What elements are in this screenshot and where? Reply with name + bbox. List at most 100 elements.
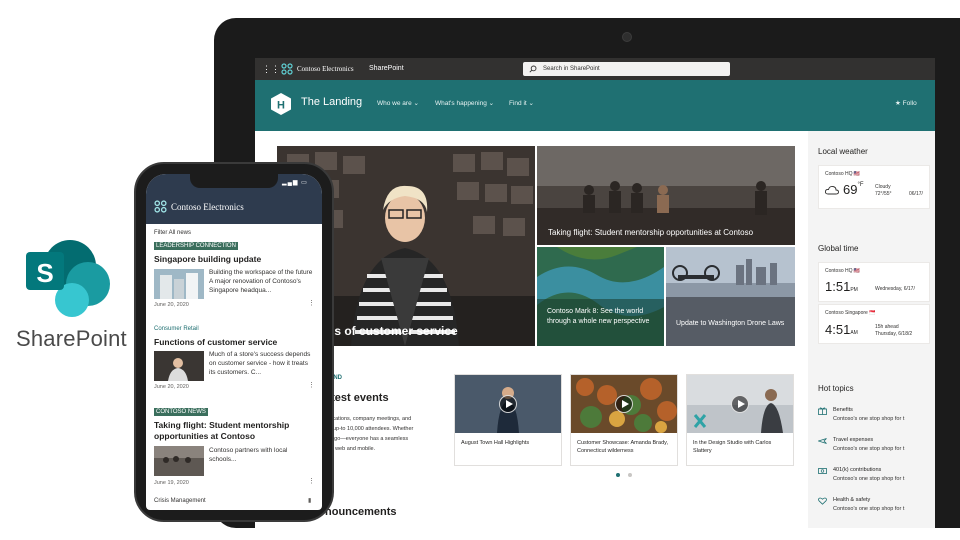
post-thumbnail[interactable]: [154, 446, 204, 476]
topic-benefits[interactable]: Benefits Contoso's one stop shop for t: [818, 406, 933, 428]
chevron-down-icon: ⌄: [488, 100, 495, 107]
waffle-icon[interactable]: ⋮⋮: [262, 64, 280, 74]
suite-app-name[interactable]: SharePoint: [369, 65, 404, 72]
play-icon[interactable]: [499, 395, 517, 413]
weather-card[interactable]: Contoso HQ 🇺🇸 69°F Cloudy 72°/55° 06/17/: [818, 165, 930, 209]
site-title[interactable]: The Landing: [301, 96, 362, 108]
bookmark-icon[interactable]: ▮: [308, 497, 311, 504]
phone-notch: [190, 174, 278, 188]
search-placeholder: Search in SharePoint: [543, 66, 600, 72]
events-description: unications, company meetings, and for up…: [325, 416, 414, 452]
weather-temp: 69°F: [843, 182, 864, 197]
topic-desc: Contoso's one stop shop for t: [833, 416, 905, 422]
post-date: June 19, 2020: [154, 480, 189, 486]
heart-icon: [818, 497, 827, 505]
video-card-design-studio[interactable]: In the Design Studio with Carlos Slatter…: [686, 374, 794, 466]
post-title[interactable]: Functions of customer service: [154, 337, 314, 348]
post-excerpt: Building the workspace of the future A m…: [209, 269, 313, 294]
video-caption: In the Design Studio with Carlos Slatter…: [693, 440, 772, 454]
post-date: June 20, 2020: [154, 384, 189, 390]
post-date: June 20, 2020: [154, 302, 189, 308]
chevron-down-icon: ⌄: [413, 100, 419, 107]
post-tag: Consumer Retail: [154, 326, 199, 332]
hero-drone-image: [666, 247, 795, 346]
more-icon[interactable]: ⋮: [308, 299, 315, 307]
contoso-logo-icon: [281, 63, 293, 75]
hero-drone-caption: Update to Washington Drone Laws: [676, 320, 785, 327]
clock-card-hq[interactable]: Contoso HQ 🇺🇸 1:51PM Wednesday, 6/17/: [818, 262, 930, 302]
search-input[interactable]: Search in SharePoint: [523, 62, 730, 76]
right-column: Local weather Contoso HQ 🇺🇸 69°F Cloudy …: [808, 131, 935, 528]
video-caption: August Town Hall Highlights: [461, 440, 530, 446]
weather-location: Contoso HQ 🇺🇸: [825, 171, 861, 177]
hero-tile-drone-laws[interactable]: Update to Washington Drone Laws: [666, 247, 795, 346]
phone-frame: ▂▄▆ ▭ Contoso Electronics Filter All new…: [134, 162, 334, 522]
topic-travel-expenses[interactable]: Travel expenses Contoso's one stop shop …: [818, 436, 933, 458]
post-title[interactable]: Singapore building update: [154, 254, 314, 265]
footer-item[interactable]: Crisis Management: [154, 498, 206, 504]
chevron-down-icon: ⌄: [528, 100, 534, 107]
clock-offset: 15h ahead: [875, 324, 899, 330]
video-card-customer-showcase[interactable]: Customer Showcase: Amanda Brady, Connect…: [570, 374, 678, 466]
phone-company-name: Contoso Electronics: [171, 202, 244, 212]
cloud-icon: [825, 185, 839, 195]
weather-condition: Cloudy: [875, 184, 891, 190]
post-tag: LEADERSHIP CONNECTION: [154, 242, 238, 250]
benefits-icon: [818, 407, 827, 415]
hero-mark8-caption: Contoso Mark 8: See the world through a …: [547, 308, 650, 325]
topic-name: 401(k) contributions: [833, 467, 882, 473]
suite-company-name[interactable]: Contoso Electronics: [297, 65, 354, 73]
more-icon[interactable]: ⋮: [308, 381, 315, 389]
time-title: Global time: [818, 244, 859, 253]
announcements-title: nouncements: [325, 506, 397, 518]
clock-location: Contoso Singapore 🇸🇬: [825, 310, 876, 316]
clock-card-singapore[interactable]: Contoso Singapore 🇸🇬 4:51AM 15h ahead Th…: [818, 304, 930, 344]
video-card-town-hall[interactable]: August Town Hall Highlights: [454, 374, 562, 466]
topic-desc: Contoso's one stop shop for t: [833, 446, 905, 452]
contoso-logo-icon: [154, 200, 167, 213]
post-excerpt: Contoso partners with local schools...: [209, 447, 288, 463]
video-thumbnail: [455, 375, 561, 433]
news-filter[interactable]: Filter All news: [154, 230, 191, 236]
topic-name: Health & safety: [833, 497, 871, 503]
weather-title: Local weather: [818, 147, 868, 156]
post-title[interactable]: Taking flight: Student mentorship opport…: [154, 420, 314, 442]
hero-tile-mentorship[interactable]: Taking flight: Student mentorship opport…: [537, 146, 795, 245]
topic-401k[interactable]: 401(k) contributions Contoso's one stop …: [818, 466, 933, 488]
laptop-screen: ⋮⋮ Contoso Electronics SharePoint Search…: [255, 58, 935, 528]
post-thumbnail[interactable]: [154, 351, 204, 381]
clock-date: Thursday, 6/18/2: [875, 331, 913, 337]
topic-desc: Contoso's one stop shop for t: [833, 476, 905, 482]
camera-dot: [622, 32, 632, 42]
airplane-icon: [818, 438, 827, 444]
follow-button[interactable]: ★ Follo: [895, 99, 917, 107]
play-icon[interactable]: [615, 395, 633, 413]
money-icon: [818, 468, 827, 474]
sharepoint-logo: S: [26, 240, 110, 317]
video-caption: Customer Showcase: Amanda Brady, Connect…: [577, 440, 668, 454]
site-header: H The Landing Who we are ⌄ What's happen…: [255, 80, 935, 131]
suite-bar: ⋮⋮ Contoso Electronics SharePoint Search…: [255, 58, 935, 80]
weather-date: 06/17/: [909, 191, 923, 197]
more-icon[interactable]: ⋮: [308, 477, 315, 485]
post-thumbnail[interactable]: [154, 269, 204, 299]
clock-date: Wednesday, 6/17/: [875, 286, 915, 292]
weather-range: 72°/55°: [875, 191, 892, 197]
topic-name: Benefits: [833, 407, 853, 413]
sharepoint-wordmark: SharePoint: [16, 326, 127, 351]
play-icon[interactable]: [731, 395, 749, 413]
carousel-dots[interactable]: [615, 472, 645, 478]
phone-screen: ▂▄▆ ▭ Contoso Electronics Filter All new…: [146, 174, 322, 510]
signal-battery-icon: ▂▄▆ ▭: [282, 180, 308, 186]
nav-who-we-are[interactable]: Who we are ⌄: [377, 99, 419, 107]
nav-find-it[interactable]: Find it ⌄: [509, 99, 534, 107]
post-excerpt: Much of a store's success depends on cus…: [209, 351, 311, 376]
topic-name: Travel expenses: [833, 437, 874, 443]
hero-tile-mark8[interactable]: Contoso Mark 8: See the world through a …: [537, 247, 664, 346]
svg-text:S: S: [36, 258, 53, 288]
marketing-composite: S SharePoint ⋮⋮ Contoso Electronics Shar…: [0, 0, 960, 540]
hero-mentorship-caption: Taking flight: Student mentorship opport…: [548, 228, 754, 237]
site-logo-icon[interactable]: H: [271, 93, 291, 115]
topic-health-safety[interactable]: Health & safety Contoso's one stop shop …: [818, 496, 933, 518]
nav-whats-happening[interactable]: What's happening ⌄: [435, 99, 494, 107]
